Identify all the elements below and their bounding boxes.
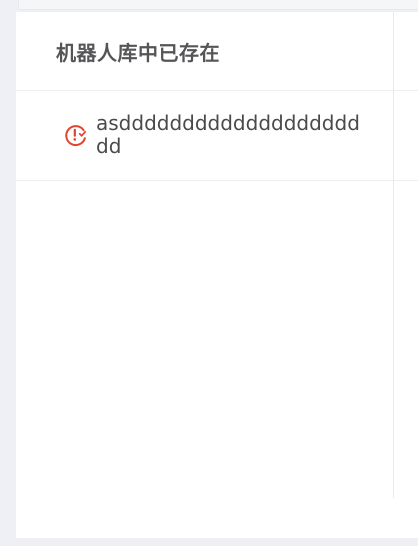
table-row: asddddddddddddddddddddd bbox=[16, 91, 418, 181]
table-header: 机器人库中已存在 bbox=[16, 12, 418, 91]
error-clock-icon bbox=[64, 123, 88, 147]
top-strip bbox=[18, 0, 418, 10]
row-text: asddddddddddddddddddddd bbox=[96, 111, 360, 158]
column-divider bbox=[393, 12, 394, 498]
table-panel: 机器人库中已存在 asddddddddddddddddddddd bbox=[16, 12, 418, 538]
column-header-title: 机器人库中已存在 bbox=[56, 41, 220, 65]
